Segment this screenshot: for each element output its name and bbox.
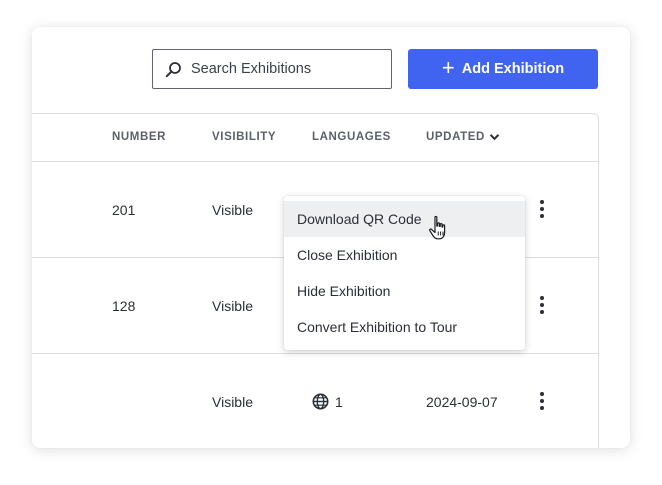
cell-visibility: Visible bbox=[212, 298, 253, 314]
table-row[interactable]: Visible 1 2024-09-07 bbox=[32, 354, 598, 448]
cell-number: 128 bbox=[112, 298, 136, 314]
exhibitions-panel: + Add Exhibition NUMBER VISIBILITY LANGU… bbox=[32, 27, 630, 448]
cell-number: 201 bbox=[112, 202, 136, 218]
column-header-languages[interactable]: LANGUAGES bbox=[312, 131, 391, 143]
menu-item-convert-to-tour[interactable]: Convert Exhibition to Tour bbox=[284, 309, 525, 345]
menu-item-hide-exhibition[interactable]: Hide Exhibition bbox=[284, 273, 525, 309]
cell-visibility: Visible bbox=[212, 394, 253, 410]
add-exhibition-label: Add Exhibition bbox=[461, 61, 565, 77]
column-header-number[interactable]: NUMBER bbox=[112, 131, 166, 143]
cell-updated: 2024-09-07 bbox=[426, 394, 498, 410]
cell-languages: 1 bbox=[312, 393, 343, 410]
globe-icon bbox=[312, 393, 329, 410]
plus-icon: + bbox=[441, 55, 455, 80]
column-header-updated[interactable]: UPDATED bbox=[426, 131, 500, 143]
languages-count: 1 bbox=[335, 393, 343, 410]
row-actions-kebab-icon[interactable] bbox=[530, 197, 554, 221]
row-actions-kebab-icon[interactable] bbox=[530, 293, 554, 317]
hand-pointer-cursor-icon bbox=[429, 215, 446, 240]
column-header-visibility[interactable]: VISIBILITY bbox=[212, 131, 276, 143]
add-exhibition-button[interactable]: + Add Exhibition bbox=[408, 49, 598, 89]
column-header-updated-label: UPDATED bbox=[426, 131, 485, 143]
search-icon bbox=[165, 61, 181, 77]
menu-item-download-qr-code[interactable]: Download QR Code bbox=[284, 201, 525, 237]
row-context-menu: Download QR Code Close Exhibition Hide E… bbox=[284, 196, 525, 350]
cell-visibility: Visible bbox=[212, 202, 253, 218]
row-actions-kebab-icon[interactable] bbox=[530, 389, 554, 413]
menu-item-close-exhibition[interactable]: Close Exhibition bbox=[284, 237, 525, 273]
chevron-down-icon bbox=[489, 134, 500, 141]
search-box[interactable] bbox=[152, 49, 392, 89]
table-header: NUMBER VISIBILITY LANGUAGES UPDATED bbox=[32, 114, 598, 162]
search-input[interactable] bbox=[191, 61, 381, 77]
